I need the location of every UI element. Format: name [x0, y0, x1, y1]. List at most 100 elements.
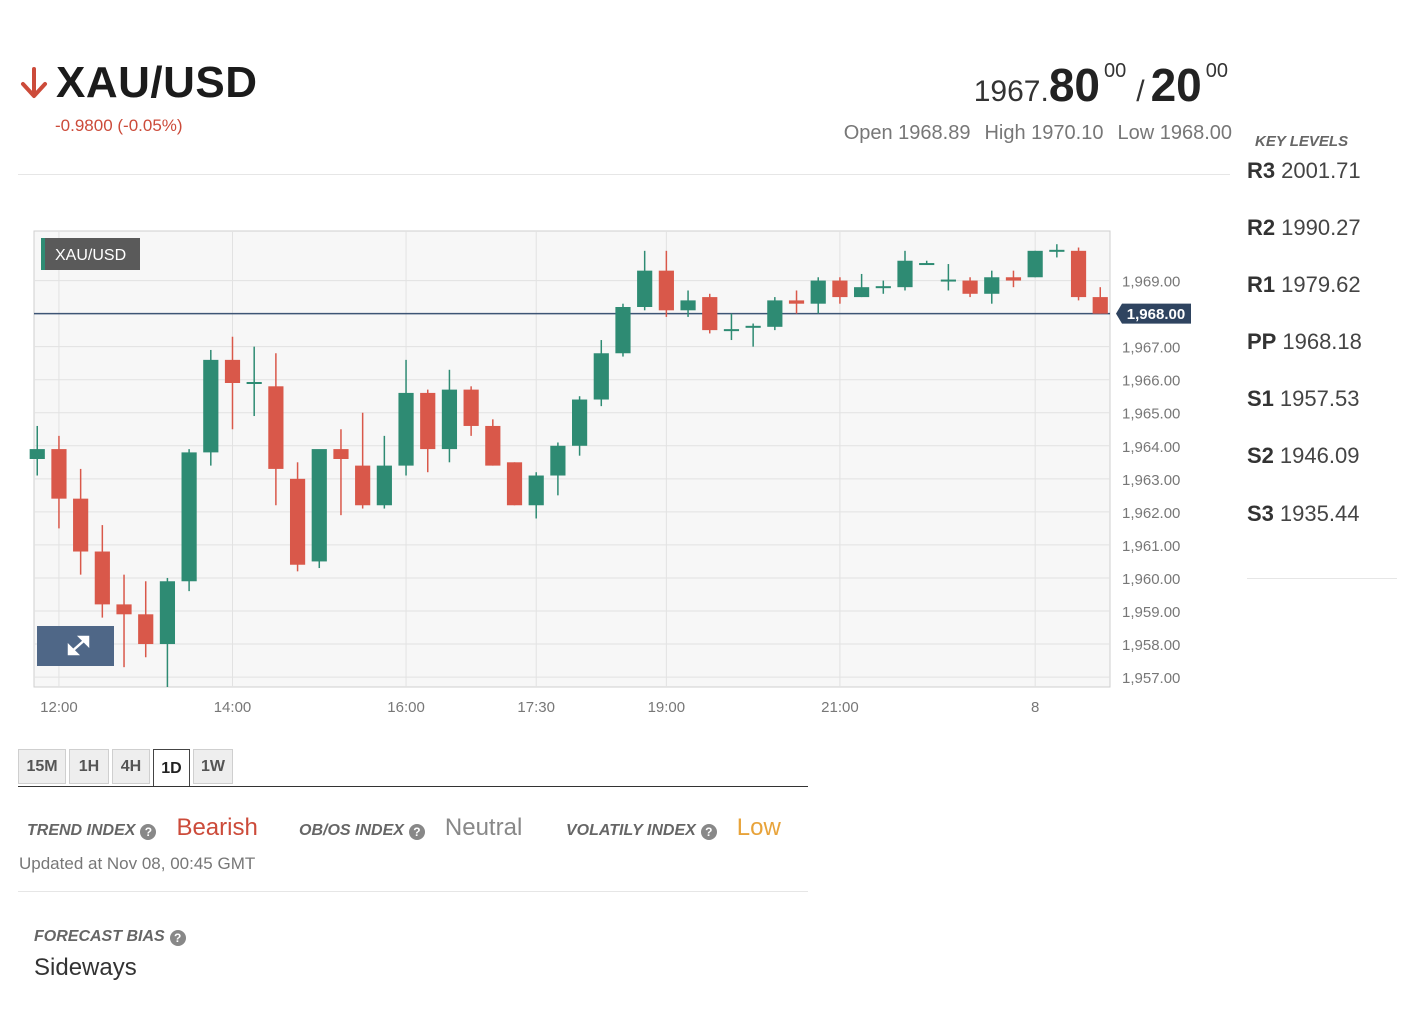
x-tick-label: 21:00: [821, 699, 859, 716]
current-price-tag: 1,968.00: [1116, 303, 1191, 324]
candle-body: [398, 392, 414, 466]
candle-body: [572, 399, 588, 446]
price-tag-label: 1,968.00: [1127, 306, 1185, 323]
y-tick-label: 1,959.00: [1122, 604, 1180, 621]
candle-body: [854, 287, 870, 298]
candle: [702, 293, 718, 334]
candle-body: [528, 475, 544, 506]
legend-label: XAU/USD: [55, 247, 126, 264]
trend-index: TREND INDEX? Bearish: [27, 814, 258, 842]
candle-body: [333, 449, 349, 459]
candle: [767, 297, 783, 331]
candle-body: [181, 452, 197, 582]
question-circle-icon[interactable]: ?: [169, 930, 186, 946]
candle: [1070, 247, 1087, 301]
candle-body: [246, 382, 262, 384]
y-tick-label: 1,963.00: [1122, 472, 1180, 489]
candle-body: [355, 465, 371, 506]
candle-body: [1049, 249, 1065, 252]
x-tick-label: 19:00: [648, 699, 686, 716]
candle-body: [962, 280, 978, 294]
y-tick-label: 1,967.00: [1122, 340, 1180, 357]
candle: [506, 462, 523, 506]
x-tick-label: 14:00: [214, 699, 252, 716]
candle-body: [73, 498, 89, 552]
level-s3: S3 1935.44: [1247, 501, 1359, 527]
level-value: 2001.71: [1281, 158, 1361, 183]
y-tick-label: 1,965.00: [1122, 406, 1180, 423]
level-r1: R1 1979.62: [1247, 272, 1361, 298]
candle-body: [506, 462, 523, 506]
candle-body: [875, 286, 891, 289]
candle-body: [658, 270, 674, 311]
x-tick-label: 12:00: [40, 699, 78, 716]
forecast-bias-label: FORECAST BIAS?: [34, 928, 186, 946]
level-name: R3: [1247, 158, 1276, 183]
candle-body: [116, 604, 132, 615]
index-divider: [18, 891, 808, 892]
bid-ask-price: 1967.80 00/20 00: [974, 58, 1232, 112]
obos-index-value: Neutral: [444, 814, 523, 841]
level-name: PP: [1247, 329, 1277, 354]
x-tick-label: 8: [1031, 699, 1039, 716]
symbol-name: XAU/USD: [56, 58, 258, 107]
tab-1h[interactable]: 1H: [69, 749, 109, 784]
candle-body: [984, 277, 1000, 294]
key-levels-title: KEY LEVELS: [1255, 133, 1349, 150]
candle-body: [680, 300, 696, 311]
level-value: 1979.62: [1281, 272, 1361, 297]
level-value: 1935.44: [1279, 501, 1360, 526]
candle-body: [1070, 250, 1087, 298]
question-circle-icon[interactable]: ?: [700, 824, 717, 840]
candle-body: [767, 300, 783, 327]
candle-body: [311, 449, 327, 562]
tab-15m[interactable]: 15M: [18, 749, 66, 784]
ask-sup: 00: [1205, 60, 1228, 82]
candle-body: [550, 445, 566, 476]
question-circle-icon[interactable]: ?: [140, 824, 157, 840]
candle-body: [94, 551, 110, 605]
candle-body: [203, 359, 219, 453]
high-value: High 1970.10: [984, 122, 1104, 144]
candle-body: [810, 280, 826, 304]
expand-button[interactable]: [37, 626, 114, 666]
candle-body: [441, 389, 458, 450]
candlestick-chart[interactable]: 1,969.00 1,967.00 1,966.00 1,965.00 1,964.00…: [0, 220, 1240, 730]
level-name: S2: [1247, 443, 1274, 468]
candle-body: [615, 307, 631, 354]
bid-big-digits: 80: [1048, 59, 1100, 111]
candle-body: [919, 263, 935, 266]
updated-timestamp: Updated at Nov 08, 00:45 GMT: [19, 854, 256, 873]
tab-1w[interactable]: 1W: [193, 749, 233, 784]
volatility-index: VOLATILY INDEX? Low: [566, 814, 781, 842]
y-tick-label: 1,962.00: [1122, 505, 1180, 522]
y-tick-label: 1,958.00: [1122, 637, 1180, 654]
y-tick-label: 1,960.00: [1122, 571, 1180, 588]
candle-body: [832, 280, 848, 298]
candle-body: [1092, 297, 1108, 314]
candle: [311, 449, 327, 569]
trend-index-value: Bearish: [176, 814, 258, 841]
tab-4h[interactable]: 4H: [112, 749, 150, 784]
candle: [615, 303, 631, 357]
question-circle-icon[interactable]: ?: [408, 824, 425, 840]
level-value: 1957.53: [1279, 386, 1360, 411]
level-s1: S1 1957.53: [1247, 386, 1359, 412]
candle-body: [224, 359, 241, 383]
volatility-index-label: VOLATILY INDEX: [566, 822, 696, 839]
level-value: 1968.18: [1282, 329, 1362, 354]
candle-body: [1027, 250, 1043, 278]
obos-index-label: OB/OS INDEX: [299, 822, 404, 839]
level-pp: PP 1968.18: [1247, 329, 1362, 355]
x-tick-label: 16:00: [387, 699, 425, 716]
candle-body: [376, 465, 392, 506]
candle-body: [29, 449, 45, 459]
tab-1d[interactable]: 1D: [153, 749, 190, 787]
bid-integer: 1967.: [973, 75, 1049, 108]
header-divider: [18, 174, 1230, 175]
key-levels-divider: [1247, 578, 1397, 579]
arrow-down-icon: [21, 67, 47, 98]
obos-index: OB/OS INDEX? Neutral: [299, 814, 522, 842]
level-name: R1: [1247, 272, 1276, 297]
candle-body: [138, 614, 154, 645]
